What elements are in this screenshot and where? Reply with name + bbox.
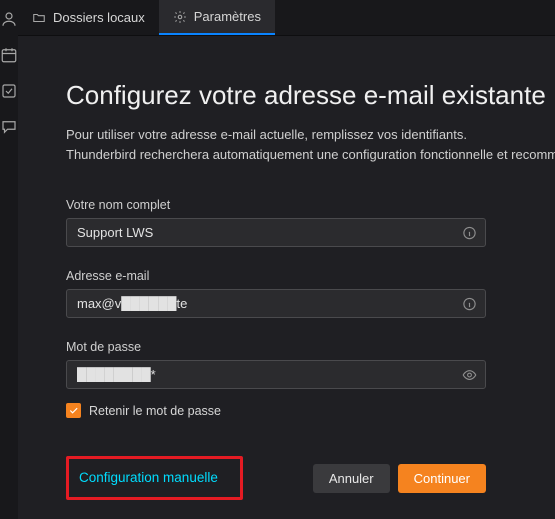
- actions-row: Configuration manuelle Annuler Continuer: [66, 456, 486, 500]
- tasks-icon[interactable]: [0, 82, 18, 100]
- cancel-button[interactable]: Annuler: [313, 464, 390, 493]
- remember-password-row[interactable]: Retenir le mot de passe: [66, 403, 555, 418]
- activity-rail: [0, 0, 18, 519]
- field-password: Mot de passe: [66, 340, 486, 389]
- manual-config-link[interactable]: Configuration manuelle: [79, 470, 218, 485]
- continue-button[interactable]: Continuer: [398, 464, 486, 493]
- manual-config-highlight: Configuration manuelle: [66, 456, 243, 500]
- field-full-name: Votre nom complet: [66, 198, 486, 247]
- gear-icon: [173, 10, 187, 24]
- tab-local-folders[interactable]: Dossiers locaux: [18, 0, 159, 35]
- content: Configurez votre adresse e-mail existant…: [18, 36, 555, 519]
- info-icon[interactable]: [462, 296, 477, 311]
- password-label: Mot de passe: [66, 340, 486, 354]
- full-name-label: Votre nom complet: [66, 198, 486, 212]
- field-email: Adresse e-mail: [66, 269, 486, 318]
- full-name-input[interactable]: [66, 218, 486, 247]
- tab-label: Paramètres: [194, 9, 261, 24]
- person-icon[interactable]: [0, 10, 18, 28]
- folder-icon: [32, 11, 46, 25]
- tabbar: Dossiers locaux Paramètres: [18, 0, 555, 36]
- info-icon[interactable]: [462, 225, 477, 240]
- remember-password-label: Retenir le mot de passe: [89, 404, 221, 418]
- tab-settings[interactable]: Paramètres: [159, 0, 275, 35]
- page-title: Configurez votre adresse e-mail existant…: [66, 80, 555, 111]
- description-line: Pour utiliser votre adresse e-mail actue…: [66, 125, 555, 145]
- email-label: Adresse e-mail: [66, 269, 486, 283]
- checkbox-checked-icon[interactable]: [66, 403, 81, 418]
- email-input[interactable]: [66, 289, 486, 318]
- eye-icon[interactable]: [462, 367, 477, 382]
- tab-label: Dossiers locaux: [53, 10, 145, 25]
- calendar-icon[interactable]: [0, 46, 18, 64]
- page-description: Pour utiliser votre adresse e-mail actue…: [66, 125, 555, 164]
- description-line: Thunderbird recherchera automatiquement …: [66, 145, 555, 165]
- main-area: Dossiers locaux Paramètres Configurez vo…: [18, 0, 555, 519]
- chat-icon[interactable]: [0, 118, 18, 136]
- password-input[interactable]: [66, 360, 486, 389]
